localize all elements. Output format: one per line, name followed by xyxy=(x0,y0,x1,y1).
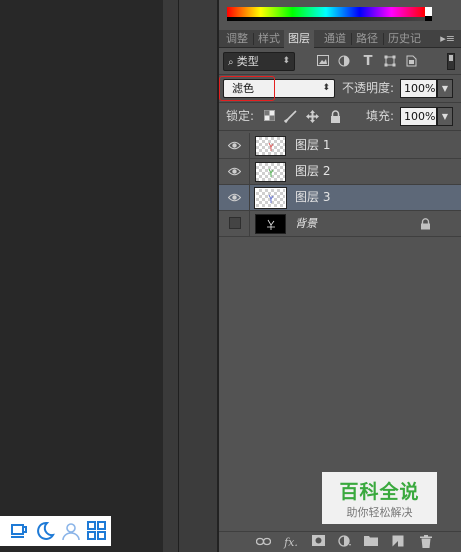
eye-icon[interactable] xyxy=(228,191,241,204)
canvas-scroll-gutter xyxy=(163,0,178,552)
visibility-toggle-off[interactable] xyxy=(229,217,241,229)
layer-row-2[interactable]: 图层 2 xyxy=(219,159,461,185)
fill-label: 填充: xyxy=(366,109,395,123)
lock-icon xyxy=(421,218,430,230)
smart-object-filter-icon[interactable] xyxy=(404,55,418,69)
eye-icon[interactable] xyxy=(228,165,241,178)
fill-input[interactable]: 100% xyxy=(400,107,437,126)
eye-icon[interactable] xyxy=(228,139,241,152)
layers-bottom-toolbar: fx. xyxy=(219,531,461,552)
document-canvas[interactable] xyxy=(0,0,163,552)
tab-history[interactable]: 历史记 xyxy=(384,30,425,48)
adjustment-filter-icon[interactable] xyxy=(337,55,351,69)
link-layers-icon[interactable] xyxy=(255,535,271,550)
visibility-cell[interactable] xyxy=(219,211,250,236)
layers-list: 图层 1 图层 2 图层 3 背景 xyxy=(219,133,461,237)
updown-arrow-icon: ⬍ xyxy=(282,56,290,66)
visibility-cell[interactable] xyxy=(219,159,250,184)
opacity-label: 不透明度: xyxy=(342,81,395,95)
baike-watermark: 百科全说 助你轻松解决 xyxy=(322,472,437,524)
floating-toolbar xyxy=(0,516,111,546)
user-icon[interactable] xyxy=(61,521,81,541)
divider xyxy=(219,130,461,131)
fx-icon[interactable]: fx. xyxy=(283,535,299,550)
divider xyxy=(219,74,461,75)
grid-icon[interactable] xyxy=(87,521,107,541)
visibility-cell[interactable] xyxy=(219,185,250,210)
cup-icon[interactable] xyxy=(9,521,29,541)
trash-icon[interactable] xyxy=(418,535,434,550)
layer-row-3[interactable]: 图层 3 xyxy=(219,185,461,211)
divider xyxy=(219,102,461,103)
lock-move-icon[interactable] xyxy=(306,110,319,123)
tab-layers[interactable]: 图层 xyxy=(284,30,314,48)
layer-name[interactable]: 图层 3 xyxy=(295,185,330,210)
layer-name[interactable]: 图层 2 xyxy=(295,159,330,184)
lock-brush-icon[interactable] xyxy=(283,110,297,124)
kind-filter-select[interactable]: ⌕ 类型 ⬍ xyxy=(223,52,295,71)
updown-arrow-icon: ⬍ xyxy=(322,83,330,93)
layer-row-background[interactable]: 背景 xyxy=(219,211,461,237)
new-layer-icon[interactable] xyxy=(390,535,406,550)
lock-transparent-icon[interactable] xyxy=(263,110,276,123)
add-mask-icon[interactable] xyxy=(310,535,326,550)
visibility-cell[interactable] xyxy=(219,133,250,158)
filter-toggle-switch[interactable] xyxy=(447,53,455,70)
layer-thumbnail[interactable] xyxy=(255,214,286,234)
color-spectrum[interactable] xyxy=(227,7,425,21)
tab-paths[interactable]: 路径 xyxy=(352,30,382,48)
watermark-subtitle: 助你轻松解决 xyxy=(346,506,413,519)
fill-dropdown-button[interactable]: ▼ xyxy=(437,107,453,126)
lock-label: 锁定: xyxy=(226,109,255,123)
white-swatch[interactable] xyxy=(425,7,432,16)
image-filter-icon[interactable] xyxy=(316,55,330,69)
adjustment-layer-icon[interactable] xyxy=(337,535,353,550)
shape-filter-icon[interactable] xyxy=(383,55,397,69)
layer-thumbnail[interactable] xyxy=(255,136,286,156)
tab-styles[interactable]: 样式 xyxy=(254,30,284,48)
layer-name[interactable]: 背景 xyxy=(295,211,317,236)
opacity-dropdown-button[interactable]: ▼ xyxy=(437,79,453,98)
type-filter-icon[interactable]: T xyxy=(361,55,375,69)
black-swatch[interactable] xyxy=(425,16,432,21)
layer-row-1[interactable]: 图层 1 xyxy=(219,133,461,159)
lock-all-icon[interactable] xyxy=(329,110,342,123)
group-folder-icon[interactable] xyxy=(363,535,379,550)
layer-thumbnail[interactable] xyxy=(254,187,287,209)
lock-row: 锁定: 填充: 100% ▼ xyxy=(219,105,461,129)
tab-channels[interactable]: 通道 xyxy=(320,30,350,48)
tab-adjustments[interactable]: 调整 xyxy=(222,30,252,48)
moon-icon[interactable] xyxy=(35,521,55,541)
layer-filter-row: ⌕ 类型 ⬍ T xyxy=(219,50,461,74)
layer-thumbnail[interactable] xyxy=(255,162,286,182)
kind-filter-label: 类型 xyxy=(236,55,259,68)
collapsed-dock xyxy=(179,0,217,552)
panel-menu-icon[interactable]: ▸≡ xyxy=(440,30,455,48)
layer-name[interactable]: 图层 1 xyxy=(295,133,330,158)
layers-panel: 调整 样式 图层 通道 路径 历史记 ▸≡ ⌕ 类型 ⬍ T 滤色 ⬍ 不透明度… xyxy=(219,0,461,552)
opacity-input[interactable]: 100% xyxy=(400,79,437,98)
blend-mode-highlight xyxy=(219,76,275,101)
search-icon: ⌕ xyxy=(228,57,237,68)
panel-tabs: 调整 样式 图层 通道 路径 历史记 ▸≡ xyxy=(219,30,461,48)
watermark-title: 百科全说 xyxy=(339,481,420,503)
